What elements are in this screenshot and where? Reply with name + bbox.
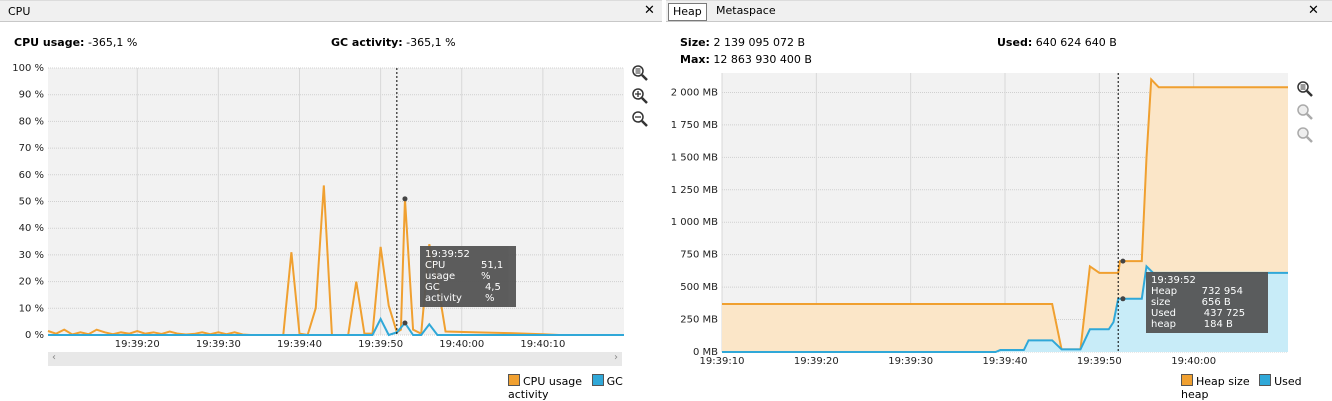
y-tick-label: 40 %	[19, 223, 44, 234]
legend-cpu-usage: CPU usage	[508, 374, 583, 388]
cursor-marker	[402, 196, 408, 202]
legend-label: CPU usage	[523, 375, 583, 388]
cpu-tooltip-time: 19:39:52	[425, 249, 470, 260]
heap-panel: Heap Metaspace ✕ Size: 2 139 095 072 B U…	[666, 0, 1332, 401]
y-tick-label: 1 250 MB	[671, 185, 718, 196]
legend-swatch	[1259, 374, 1272, 386]
y-tick-label: 60 %	[19, 170, 44, 181]
y-tick-label: 0 %	[25, 330, 44, 341]
zoom-fit-icon[interactable]	[1296, 80, 1314, 98]
used-heap-tooltip-row: Used heap 437 725 184 B	[1151, 308, 1263, 330]
zoom-in-icon[interactable]	[631, 87, 649, 105]
legend-swatch	[1181, 374, 1193, 386]
y-tick-label: 2 000 MB	[671, 87, 718, 98]
x-tick-label: 19:39:40	[277, 339, 322, 350]
x-tick-label: 19:39:20	[794, 356, 839, 367]
cursor-marker	[402, 320, 408, 326]
x-tick-label: 19:39:30	[888, 356, 933, 367]
legend-label: Heap size	[1196, 375, 1250, 388]
y-tick-label: 70 %	[19, 143, 44, 154]
y-tick-label: 500 MB	[680, 282, 718, 293]
tooltip-value: 4,5 %	[484, 282, 501, 304]
x-tick-label: 19:39:20	[115, 339, 160, 350]
y-tick-label: 90 %	[19, 90, 44, 101]
y-tick-label: 20 %	[19, 277, 44, 288]
gc-tooltip-row: GC activity 4,5 %	[425, 282, 511, 304]
x-tick-label: 19:39:40	[983, 356, 1028, 367]
y-tick-label: 1 750 MB	[671, 120, 718, 131]
legend-swatch	[591, 374, 604, 386]
tooltip-value: 437 725 184 B	[1203, 308, 1246, 330]
legend-heap-size: Heap size	[1181, 374, 1250, 388]
legend-swatch	[508, 374, 520, 386]
y-tick-label: 80 %	[19, 116, 44, 127]
y-tick-label: 50 %	[19, 197, 44, 208]
x-tick-label: 19:39:50	[358, 339, 403, 350]
y-tick-label: 10 %	[19, 303, 44, 314]
horizontal-scrollbar[interactable]: ‹ ›	[48, 352, 622, 366]
x-tick-label: 19:39:30	[196, 339, 241, 350]
tooltip-value: 51,1 %	[481, 260, 504, 282]
cursor-marker	[1120, 296, 1126, 302]
y-tick-label: 750 MB	[680, 250, 718, 261]
y-tick-label: 250 MB	[680, 315, 718, 326]
cursor-marker	[1120, 258, 1126, 264]
y-tick-label: 30 %	[19, 250, 44, 261]
tooltip-label: GC activity	[425, 282, 462, 304]
tooltip-label: CPU usage	[425, 260, 456, 282]
heap-tooltip: 19:39:52 Heap size 732 954 656 B Used hea…	[1146, 272, 1268, 333]
x-tick-label: 19:40:10	[520, 339, 565, 350]
zoom-in-icon[interactable]	[1296, 103, 1314, 121]
heap-tooltip-time: 19:39:52	[1151, 275, 1196, 286]
close-icon[interactable]: ✕	[644, 4, 655, 18]
y-tick-label: 1 000 MB	[671, 217, 718, 228]
x-tick-label: 19:40:00	[439, 339, 484, 350]
heap-legend: Heap size Used heap	[1181, 374, 1332, 401]
cpu-legend: CPU usage GC activity	[508, 374, 662, 401]
x-tick-label: 19:39:10	[700, 356, 745, 367]
tooltip-label: Heap size	[1151, 286, 1178, 308]
heap-size-tooltip-row: Heap size 732 954 656 B	[1151, 286, 1263, 308]
scroll-right-icon[interactable]: ›	[614, 352, 618, 363]
y-tick-label: 1 500 MB	[671, 152, 718, 163]
zoom-out-icon[interactable]	[1296, 126, 1314, 144]
zoom-fit-icon[interactable]	[631, 64, 649, 82]
scroll-left-icon[interactable]: ‹	[52, 352, 56, 363]
tooltip-label: Used heap	[1151, 308, 1177, 330]
cpu-panel: CPU ✕ CPU usage: -365,1 % GC activity: -…	[0, 0, 662, 401]
tooltip-value: 732 954 656 B	[1201, 286, 1243, 308]
y-tick-label: 100 %	[12, 63, 44, 74]
x-tick-label: 19:40:00	[1171, 356, 1216, 367]
close-icon[interactable]: ✕	[1308, 4, 1319, 18]
cpu-chart[interactable]: 0 % 10 % 20 % 30 % 40 % 50 % 60 % 70 % 80 % 90 % 1…	[0, 0, 640, 362]
zoom-out-icon[interactable]	[631, 110, 649, 128]
cpu-tooltip: 19:39:52 CPU usage 51,1 % GC activity 4,5 …	[420, 246, 516, 307]
x-tick-label: 19:39:50	[1077, 356, 1122, 367]
cpu-tooltip-row: CPU usage 51,1 %	[425, 260, 511, 282]
